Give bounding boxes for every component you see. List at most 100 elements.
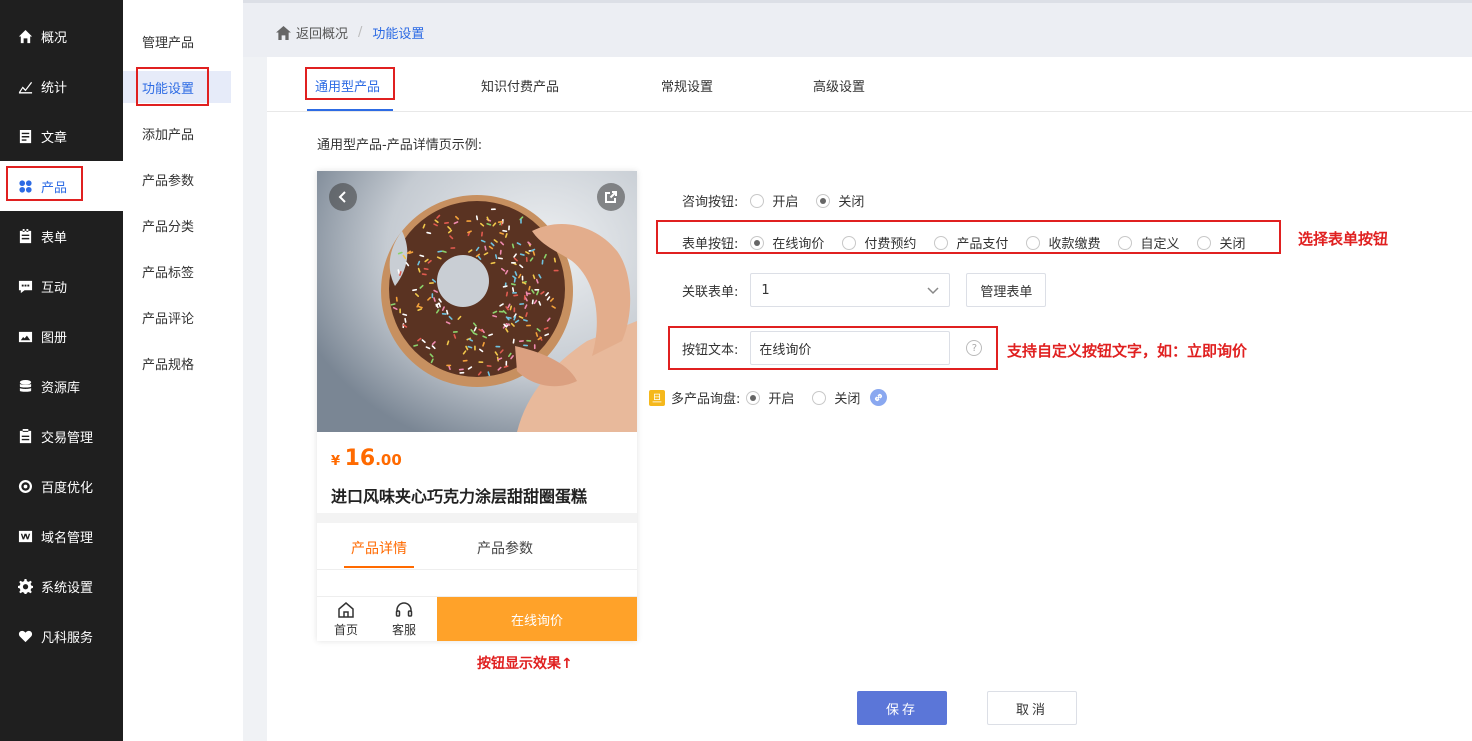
product-name: 进口风味夹心巧克力涂层甜甜圈蛋糕	[331, 487, 588, 506]
breadcrumb-back-link[interactable]: 返回概况	[296, 23, 348, 42]
form-button-note: 选择表单按钮	[1298, 230, 1389, 248]
nav-label: 凡科服务	[41, 630, 94, 646]
sprinkle	[553, 269, 559, 272]
sprinkle	[523, 344, 529, 347]
subnav-item-category[interactable]: 产品分类	[123, 209, 231, 241]
sprinkle	[526, 324, 532, 327]
radio-circle	[934, 235, 949, 250]
back-icon[interactable]	[329, 183, 357, 211]
seo-icon	[17, 478, 33, 494]
subnav-item-comments[interactable]: 产品评论	[123, 301, 231, 333]
subnav-item-manage[interactable]: 管理产品	[123, 25, 231, 57]
linked-form-select[interactable]: 1	[750, 273, 951, 307]
multi-inquiry-radio-on[interactable]: 开启	[746, 388, 794, 407]
preview-service-button[interactable]: 客服	[384, 600, 424, 638]
breadcrumb-current: 功能设置	[372, 27, 425, 42]
preview-tab-details[interactable]: 产品详情	[351, 538, 407, 558]
tab-knowledge-product[interactable]: 知识付费产品	[481, 76, 559, 95]
nav-item-interaction[interactable]: 互动	[0, 261, 123, 311]
radio-label: 关闭	[1219, 237, 1246, 252]
sprinkle	[474, 345, 476, 351]
nav-item-overview[interactable]: 概况	[0, 11, 123, 61]
form-button-radio-custom[interactable]: 自定义	[1118, 233, 1179, 252]
product-subnav: 管理产品 功能设置 添加产品 产品参数 产品分类 产品标签 产品评论 产品规格	[123, 0, 243, 741]
cancel-button[interactable]: 取消	[987, 691, 1077, 725]
save-button[interactable]: 保存	[857, 691, 947, 725]
price-integer: 16	[344, 446, 376, 471]
radio-circle	[812, 390, 827, 405]
breadcrumb: 返回概况 / 功能设置	[276, 23, 424, 42]
nav-item-form[interactable]: 表单	[0, 211, 123, 261]
sprinkle	[431, 293, 434, 299]
nav-label: 系统设置	[41, 580, 94, 596]
form-button-label: 表单按钮:	[682, 237, 739, 252]
home-icon	[17, 28, 33, 44]
sprinkle	[495, 345, 501, 348]
subnav-item-tags[interactable]: 产品标签	[123, 255, 231, 287]
nav-item-resource[interactable]: 资源库	[0, 361, 123, 411]
radio-circle	[842, 235, 857, 250]
subnav-item-add[interactable]: 添加产品	[123, 117, 231, 149]
radio-circle	[816, 193, 831, 208]
multi-inquiry-label: 多产品询盘:	[671, 392, 741, 407]
multi-inquiry-row: 旦 多产品询盘: 开启 关闭	[649, 388, 888, 407]
sprinkle	[533, 344, 536, 350]
domain-icon	[17, 528, 33, 544]
highlight-box-general-tab	[305, 67, 395, 100]
nav-item-gallery[interactable]: 图册	[0, 311, 123, 361]
share-icon[interactable]	[597, 183, 625, 211]
button-text-input[interactable]	[750, 331, 951, 365]
form-button-radio-payment[interactable]: 产品支付	[934, 233, 1008, 252]
tab-general-settings[interactable]: 常规设置	[661, 76, 713, 95]
active-tab-indicator	[307, 109, 393, 111]
nav-label: 交易管理	[41, 430, 94, 446]
subnav-item-specs[interactable]: 产品规格	[123, 347, 231, 379]
home-outline-icon	[338, 602, 354, 618]
heart-icon	[17, 628, 33, 644]
form-icon	[17, 228, 33, 244]
consult-radio-on[interactable]: 开启	[750, 191, 798, 210]
home-icon	[276, 25, 291, 40]
nav-item-seo[interactable]: 百度优化	[0, 461, 123, 511]
settings-tabs: 通用型产品 知识付费产品 常规设置 高级设置	[267, 57, 1472, 112]
tab-advanced-settings[interactable]: 高级设置	[813, 76, 865, 95]
manage-form-button[interactable]: 管理表单	[966, 273, 1047, 307]
breadcrumb-separator: /	[358, 25, 363, 40]
price-currency: ¥	[331, 454, 341, 469]
form-button-radio-inquiry[interactable]: 在线询价	[750, 233, 824, 252]
radio-label: 付费预约	[864, 237, 917, 252]
help-icon[interactable]: ?	[966, 340, 983, 356]
nav-item-article[interactable]: 文章	[0, 111, 123, 161]
preview-inquiry-button[interactable]: 在线询价	[437, 597, 637, 641]
nav-item-stats[interactable]: 统计	[0, 61, 123, 111]
nav-item-settings[interactable]: 系统设置	[0, 561, 123, 611]
button-effect-note: 按钮显示效果↑	[477, 656, 573, 672]
consult-radio-off[interactable]: 关闭	[816, 191, 864, 210]
donut-illustration	[317, 171, 637, 432]
nav-item-domain[interactable]: 域名管理	[0, 511, 123, 561]
product-photo	[317, 171, 637, 432]
nav-label: 表单	[41, 230, 68, 246]
form-button-row: 表单按钮: 在线询价 付费预约 产品支付 收款缴费 自定义 关闭	[682, 233, 1245, 252]
form-button-radio-off[interactable]: 关闭	[1197, 233, 1245, 252]
form-button-radio-booking[interactable]: 付费预约	[842, 233, 916, 252]
highlight-box-function-settings	[136, 67, 209, 106]
preview-tab-params[interactable]: 产品参数	[477, 538, 533, 558]
radio-label: 关闭	[834, 392, 861, 407]
main-content: 通用型产品 知识付费产品 常规设置 高级设置 通用型产品-产品详情页示例: ¥ …	[267, 57, 1472, 741]
section-gap	[317, 513, 637, 523]
demo-title: 通用型产品-产品详情页示例:	[317, 138, 483, 153]
nav-item-service[interactable]: 凡科服务	[0, 611, 123, 661]
preview-home-button[interactable]: 首页	[326, 600, 366, 638]
radio-circle	[1118, 235, 1133, 250]
link-icon[interactable]	[870, 389, 888, 406]
nav-label: 资源库	[41, 380, 81, 396]
sprinkle	[452, 331, 458, 333]
article-icon	[17, 128, 33, 144]
preview-tab-indicator	[344, 566, 414, 568]
form-button-radio-collection[interactable]: 收款缴费	[1026, 233, 1100, 252]
subnav-item-params[interactable]: 产品参数	[123, 163, 231, 195]
multi-inquiry-radio-off[interactable]: 关闭	[812, 388, 860, 407]
nav-item-trade[interactable]: 交易管理	[0, 411, 123, 461]
sprinkle	[525, 292, 531, 295]
